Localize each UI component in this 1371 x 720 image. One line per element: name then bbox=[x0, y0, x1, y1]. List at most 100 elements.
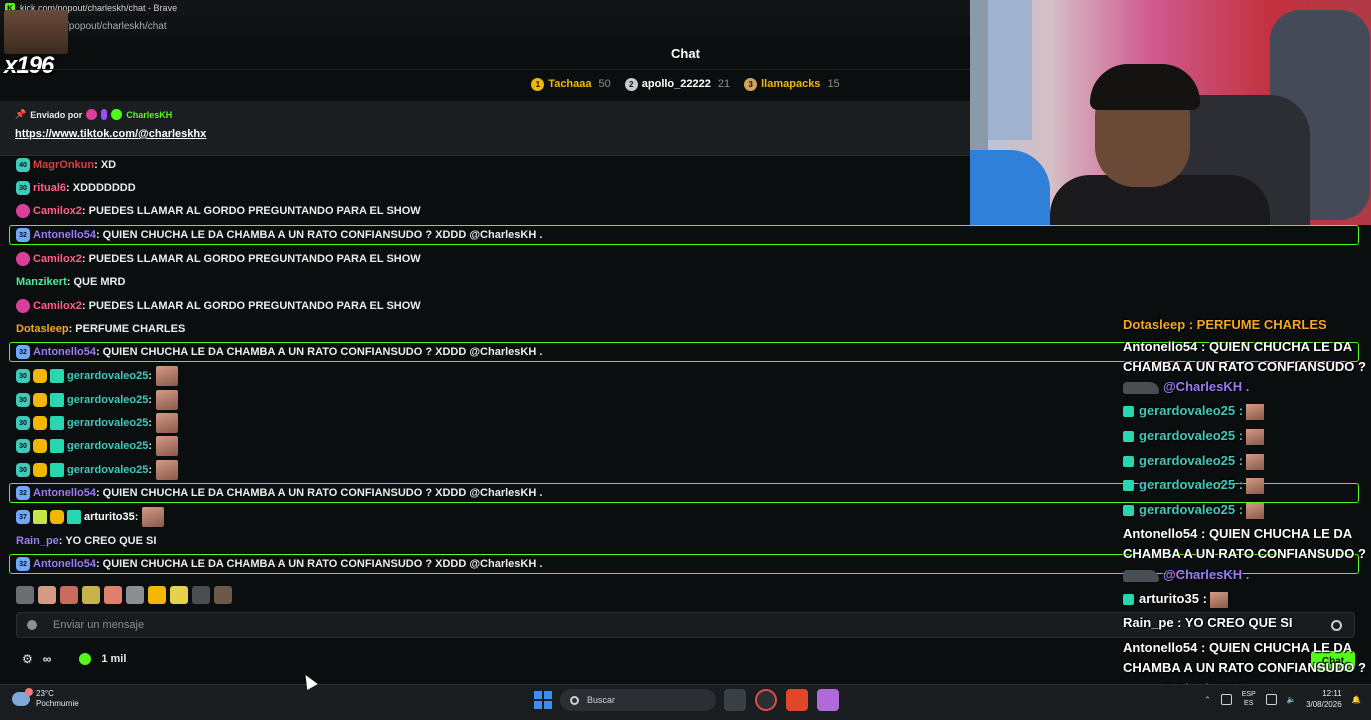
overlay-chat-line: gerardovaleo25 : bbox=[1123, 502, 1265, 519]
leaderboard-item[interactable]: 1 Tachaaa 50 bbox=[531, 77, 611, 91]
chat-username[interactable]: gerardovaleo25 bbox=[67, 394, 148, 406]
overlay-chat-text: CHAMBA A UN RATO CONFIANSUDO ? bbox=[1123, 660, 1366, 675]
subscriber-badge-icon[interactable]: 30 bbox=[16, 369, 30, 383]
emote-shortcut-icon[interactable] bbox=[16, 586, 34, 604]
crown-badge-icon[interactable] bbox=[33, 439, 47, 453]
network-icon[interactable] bbox=[1265, 693, 1277, 705]
emote-shortcut-icon[interactable] bbox=[148, 586, 166, 604]
vip-badge-icon[interactable] bbox=[50, 369, 64, 383]
chat-username[interactable]: Dotasleep bbox=[16, 323, 69, 335]
chat-username[interactable]: Rain_pe bbox=[16, 535, 59, 547]
overlay-chat-line: CHAMBA A UN RATO CONFIANSUDO ? bbox=[1123, 359, 1366, 374]
chat-username[interactable]: arturito35 bbox=[84, 511, 135, 523]
subscriber-badge-icon[interactable]: 30 bbox=[16, 439, 30, 453]
infinity-icon[interactable]: ∞ bbox=[43, 652, 52, 666]
pinned-by-label: Enviado por bbox=[30, 109, 83, 120]
crown-badge-icon[interactable] bbox=[33, 416, 47, 430]
channel-points-icon[interactable] bbox=[79, 653, 92, 665]
gift-badge-icon[interactable] bbox=[16, 252, 30, 266]
brave-icon[interactable] bbox=[786, 689, 808, 711]
crown-badge-icon[interactable] bbox=[33, 369, 47, 383]
overlay-chat-line: @CharlesKH . bbox=[1123, 567, 1249, 582]
overlay-chat-text: gerardovaleo25 : bbox=[1139, 453, 1244, 468]
chat-username[interactable]: gerardovaleo25 bbox=[67, 370, 148, 382]
chat-username[interactable]: Antonello54 bbox=[33, 487, 96, 499]
chat-username[interactable]: Antonello54 bbox=[33, 346, 96, 358]
emote-shortcut-icon[interactable] bbox=[126, 586, 144, 604]
gift-badge-icon[interactable] bbox=[16, 299, 30, 313]
tray-clock[interactable]: 12:11 3/08/2026 bbox=[1306, 688, 1342, 710]
weather-widget[interactable]: 23°C Pochmurnie bbox=[12, 688, 79, 709]
overlay-chat-line: Rain_pe : YO CREO QUE SI bbox=[1123, 615, 1293, 630]
subscriber-badge-icon[interactable]: 30 bbox=[16, 181, 30, 195]
vip-badge-icon[interactable] bbox=[50, 463, 64, 477]
pinned-by-user[interactable]: CharlesKH bbox=[126, 110, 172, 120]
emote-shortcut-icon[interactable] bbox=[192, 586, 210, 604]
subscriber-badge-icon[interactable]: 37 bbox=[16, 510, 30, 524]
chat-username[interactable]: gerardovaleo25 bbox=[67, 440, 148, 452]
vip-badge-icon[interactable] bbox=[67, 510, 81, 524]
emote-shortcut-icon[interactable] bbox=[60, 586, 78, 604]
settings-icon[interactable]: ⚙ bbox=[22, 652, 33, 666]
star-badge-icon[interactable] bbox=[33, 510, 47, 524]
chat-message: 30 ritual6: XDDDDDDD bbox=[16, 178, 136, 198]
subscriber-badge-icon[interactable]: 30 bbox=[16, 463, 30, 477]
overlay-chat-text: arturito35 : bbox=[1139, 591, 1207, 606]
address-bar-url: /popout/charleskh/chat bbox=[66, 20, 167, 32]
subscriber-badge-icon[interactable]: 32 bbox=[16, 345, 30, 359]
language-indicator[interactable]: ESP ES bbox=[1242, 690, 1256, 708]
overlay-chat-text: Rain_pe : YO CREO QUE SI bbox=[1123, 615, 1293, 630]
subscriber-badge-icon[interactable]: 32 bbox=[16, 486, 30, 500]
vip-badge-icon[interactable] bbox=[50, 416, 64, 430]
tray-app-icon[interactable] bbox=[1220, 693, 1232, 705]
subscriber-badge-icon[interactable]: 32 bbox=[16, 228, 30, 242]
chat-username[interactable]: Camilox2 bbox=[33, 253, 82, 265]
webcam-person-hair bbox=[1090, 64, 1200, 110]
chat-message-text: : PERFUME CHARLES bbox=[68, 323, 186, 335]
overlay-chat-line: Dotasleep : PERFUME CHARLES bbox=[1123, 317, 1327, 332]
chat-username[interactable]: Camilox2 bbox=[33, 205, 82, 217]
chat-username[interactable]: ritual6 bbox=[33, 182, 66, 194]
subscriber-badge-icon[interactable]: 30 bbox=[16, 416, 30, 430]
chrome-icon[interactable] bbox=[755, 689, 777, 711]
chat-username[interactable]: gerardovaleo25 bbox=[67, 464, 148, 476]
chat-message-input[interactable] bbox=[53, 619, 1053, 631]
chat-username[interactable]: Antonello54 bbox=[33, 229, 96, 241]
crown-badge-icon[interactable] bbox=[33, 393, 47, 407]
emote-shortcut-icon[interactable] bbox=[82, 586, 100, 604]
vip-badge-icon[interactable] bbox=[50, 393, 64, 407]
chat-username[interactable]: gerardovaleo25 bbox=[67, 417, 148, 429]
chat-message: 37 arturito35: bbox=[16, 507, 165, 527]
emote-shortcut-icon[interactable] bbox=[214, 586, 232, 604]
emote-shortcut-icon[interactable] bbox=[38, 586, 56, 604]
emote-shortcut-icon[interactable] bbox=[170, 586, 188, 604]
notification-icon[interactable]: 🔔 bbox=[1352, 695, 1361, 704]
chat-username[interactable]: Manzikert bbox=[16, 276, 67, 288]
subscriber-badge-icon[interactable]: 30 bbox=[16, 393, 30, 407]
discord-icon[interactable] bbox=[817, 689, 839, 711]
pinned-link[interactable]: https://www.tiktok.com/@charleskhx bbox=[15, 128, 955, 140]
leaderboard-item[interactable]: 3 llamapacks 15 bbox=[744, 77, 840, 91]
crown-badge-icon[interactable] bbox=[33, 463, 47, 477]
overlay-chat-text: @CharlesKH . bbox=[1163, 567, 1250, 582]
overlay-chat-line: gerardovaleo25 : bbox=[1123, 403, 1265, 420]
subscriber-badge-icon[interactable]: 40 bbox=[16, 158, 30, 172]
volume-icon[interactable]: 🔈 bbox=[1287, 695, 1296, 704]
chat-message-text: : bbox=[148, 417, 152, 429]
vip-badge-icon[interactable] bbox=[50, 439, 64, 453]
overlay-chat-line: CHAMBA A UN RATO CONFIANSUDO ? bbox=[1123, 660, 1366, 675]
chat-username[interactable]: Antonello54 bbox=[33, 558, 96, 570]
chat-username[interactable]: Camilox2 bbox=[33, 300, 82, 312]
chat-footer: ⚙ ∞ 1 mil bbox=[22, 652, 126, 666]
leaderboard-item[interactable]: 2 apollo_22222 21 bbox=[624, 77, 730, 91]
gift-badge-icon[interactable] bbox=[16, 204, 30, 218]
subscriber-badge-icon[interactable]: 32 bbox=[16, 557, 30, 571]
windows-start-icon[interactable] bbox=[534, 691, 552, 709]
emote-shortcut-icon[interactable] bbox=[104, 586, 122, 604]
address-bar[interactable]: /popout/charleskh/chat bbox=[0, 16, 970, 36]
file-explorer-icon[interactable] bbox=[724, 689, 746, 711]
chat-username[interactable]: MagrOnkun bbox=[33, 159, 94, 171]
tray-chevron-icon[interactable]: ⌃ bbox=[1204, 695, 1210, 704]
crown-badge-icon[interactable] bbox=[50, 510, 64, 524]
taskbar-search[interactable]: Buscar bbox=[560, 689, 716, 711]
